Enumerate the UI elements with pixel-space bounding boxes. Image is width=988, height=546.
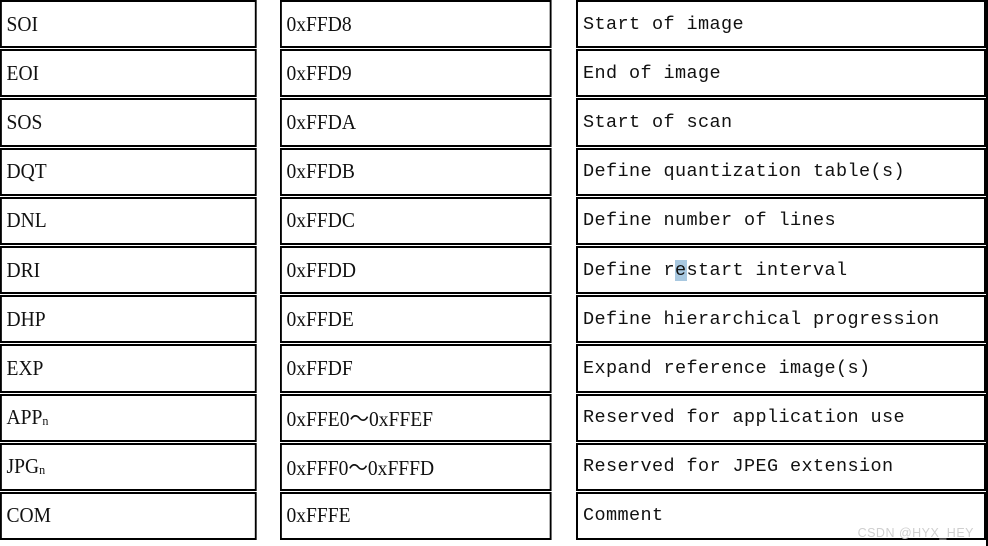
marker-code-text: 0xFFDB bbox=[286, 159, 355, 184]
cell-marker-symbol: JPG n bbox=[0, 442, 257, 491]
marker-code-text: 0xFFDE bbox=[286, 306, 354, 331]
text-selection-highlight[interactable]: e bbox=[675, 259, 687, 281]
marker-description-text: Start of image bbox=[583, 13, 745, 35]
marker-code-text: 0xFFDF bbox=[286, 355, 353, 380]
marker-symbol-text: SOS bbox=[6, 109, 43, 134]
cell-marker-code: 0xFFDA bbox=[280, 98, 552, 147]
table-row: SOI 0xFFD8 Start of image bbox=[0, 0, 988, 49]
cell-marker-symbol: EOI bbox=[0, 49, 257, 98]
marker-description-text: Comment bbox=[583, 505, 664, 527]
cell-marker-code: 0xFFDC bbox=[280, 196, 552, 245]
marker-description-text: Define hierarchical progression bbox=[583, 308, 940, 330]
marker-code-text: 0xFFDC bbox=[286, 208, 355, 233]
cell-marker-code: 0xFFE0〜0xFFEF bbox=[280, 393, 552, 442]
marker-symbol-text: SOI bbox=[6, 11, 38, 36]
marker-symbol-text: APP bbox=[6, 405, 43, 430]
cell-marker-code: 0xFFD9 bbox=[280, 49, 552, 98]
marker-symbol-subscript: n bbox=[39, 462, 46, 478]
marker-symbol-subscript: n bbox=[42, 413, 49, 429]
marker-description-text: Expand reference image(s) bbox=[583, 357, 871, 379]
marker-description-text: End of image bbox=[583, 62, 722, 84]
cell-marker-code: 0xFFDB bbox=[280, 147, 552, 196]
cell-marker-symbol: DNL bbox=[0, 196, 257, 245]
cell-marker-symbol: SOS bbox=[0, 98, 257, 147]
table-row: DNL 0xFFDC Define number of lines bbox=[0, 196, 988, 246]
table-row: APP n 0xFFE0〜0xFFEF Reserved for applicatio… bbox=[0, 393, 988, 443]
cell-marker-symbol: SOI bbox=[0, 0, 257, 49]
table-row: EXP 0xFFDF Expand reference image(s) bbox=[0, 344, 988, 393]
cell-marker-description: Start of image bbox=[576, 0, 986, 49]
cell-marker-symbol: EXP bbox=[0, 344, 257, 393]
cell-marker-description: End of image bbox=[576, 49, 986, 98]
cell-marker-code: 0xFFDE bbox=[280, 295, 552, 344]
table-row: DQT 0xFFDB Define quantization table(s) bbox=[0, 147, 988, 197]
marker-description-text: Define restart interval bbox=[583, 259, 848, 281]
marker-symbol-text: EOI bbox=[6, 60, 40, 85]
marker-code-text: 0xFFDD bbox=[286, 257, 356, 282]
marker-code-text: 0xFFDA bbox=[286, 109, 356, 134]
cell-marker-code: 0xFFDD bbox=[280, 245, 552, 295]
cell-marker-description: Define number of lines bbox=[576, 196, 986, 245]
description-post-selection: start interval bbox=[686, 259, 848, 281]
cell-marker-code: 0xFFD8 bbox=[280, 0, 552, 49]
marker-symbol-text: JPG bbox=[6, 454, 40, 479]
marker-symbol-text: DQT bbox=[6, 159, 47, 184]
table-row: DHP 0xFFDE Define hierarchical progression bbox=[0, 295, 988, 344]
jpeg-marker-table: SOI 0xFFD8 Start of image EOI 0xFFD9 End of i… bbox=[0, 0, 988, 546]
table-row: COM 0xFFFE Comment bbox=[0, 491, 988, 541]
marker-description-text: Define quantization table(s) bbox=[583, 161, 906, 183]
table-row: EOI 0xFFD9 End of image bbox=[0, 49, 988, 98]
cell-marker-description: Define restart interval bbox=[576, 245, 986, 295]
marker-code-text: 0xFFD9 bbox=[286, 60, 352, 85]
cell-marker-code: 0xFFDF bbox=[280, 344, 552, 393]
marker-code-text: 0xFFF0〜0xFFFD bbox=[286, 455, 435, 480]
cell-marker-description: Reserved for JPEG extension bbox=[576, 442, 986, 491]
marker-symbol-text: COM bbox=[6, 503, 52, 528]
cell-marker-description: Reserved for application use bbox=[576, 393, 986, 442]
cell-marker-description: Start of scan bbox=[576, 98, 986, 147]
table-row: SOS 0xFFDA Start of scan bbox=[0, 98, 988, 147]
marker-description-text: Define number of lines bbox=[583, 210, 837, 232]
cell-marker-symbol: APP n bbox=[0, 393, 257, 442]
marker-symbol-text: DNL bbox=[6, 208, 47, 233]
table-row: JPG n 0xFFF0〜0xFFFD Reserved for JPEG exten… bbox=[0, 442, 988, 492]
cell-marker-symbol: DQT bbox=[0, 147, 257, 196]
table-row: DRI 0xFFDD Define restart interval bbox=[0, 245, 988, 295]
cell-marker-code: 0xFFFE bbox=[280, 491, 552, 541]
marker-description-text: Reserved for JPEG extension bbox=[583, 456, 894, 478]
marker-description-text: Start of scan bbox=[583, 111, 733, 133]
marker-code-text: 0xFFD8 bbox=[286, 11, 352, 36]
marker-description-text: Reserved for application use bbox=[583, 407, 906, 429]
cell-marker-description: Expand reference image(s) bbox=[576, 344, 986, 393]
description-pre-selection: Define r bbox=[583, 259, 676, 281]
marker-code-text: 0xFFE0〜0xFFEF bbox=[286, 406, 434, 431]
marker-symbol-text: DHP bbox=[6, 306, 46, 331]
marker-symbol-text: DRI bbox=[6, 257, 41, 282]
cell-marker-description: Define quantization table(s) bbox=[576, 147, 986, 196]
table-body: SOI 0xFFD8 Start of image EOI 0xFFD9 End of i… bbox=[0, 0, 988, 541]
marker-code-text: 0xFFFE bbox=[286, 503, 351, 528]
cell-marker-description: Define hierarchical progression bbox=[576, 295, 986, 344]
cell-marker-symbol: DRI bbox=[0, 245, 257, 295]
cell-marker-symbol: COM bbox=[0, 491, 257, 541]
cell-marker-description: Comment bbox=[576, 491, 986, 541]
cell-marker-symbol: DHP bbox=[0, 295, 257, 344]
marker-symbol-text: EXP bbox=[6, 355, 44, 380]
cell-marker-code: 0xFFF0〜0xFFFD bbox=[280, 442, 552, 491]
